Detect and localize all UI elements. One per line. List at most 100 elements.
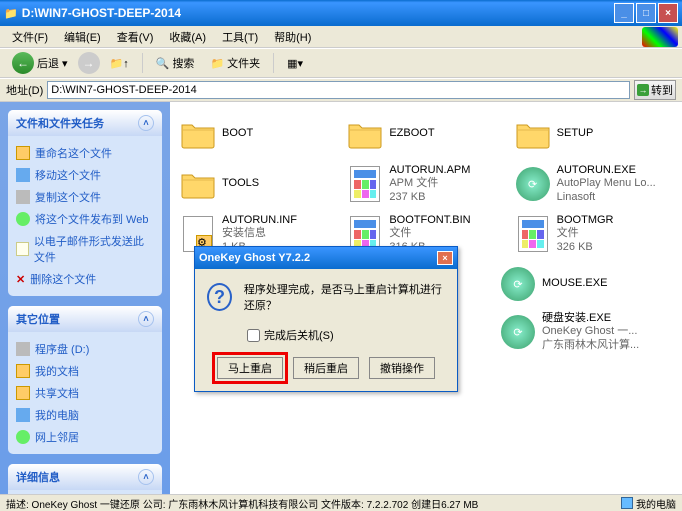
task-publish[interactable]: 将这个文件发布到 Web [16, 208, 154, 230]
details-panel: 详细信息 ˄ 硬盘安装.EXE 应用程序 修改日期: 2014年4月20日, 8… [8, 464, 162, 494]
task-email[interactable]: 以电子邮件形式发送此文件 [16, 230, 154, 268]
mail-icon [16, 242, 29, 256]
shutdown-label: 完成后关机(S) [264, 327, 334, 343]
folder-icon [16, 386, 30, 400]
file-label: SETUP [557, 127, 594, 140]
task-move[interactable]: 移动这个文件 [16, 164, 154, 186]
file-label: TOOLS [222, 177, 259, 190]
place-computer[interactable]: 我的电脑 [16, 404, 154, 426]
status-location: 我的电脑 [621, 496, 676, 511]
menu-favorites[interactable]: 收藏(A) [161, 27, 214, 47]
folders-button[interactable]: 📁 文件夹 [204, 52, 266, 74]
file-item[interactable]: ⟳ MOUSE.EXE [500, 262, 607, 306]
file-icon [347, 166, 383, 202]
window-titlebar: 📁 D:\WIN7-GHOST-DEEP-2014 _ □ × [0, 0, 682, 26]
place-drive[interactable]: 程序盘 (D:) [16, 338, 154, 360]
folder-icon [180, 166, 216, 202]
file-item[interactable]: SETUP [515, 112, 672, 156]
details-header[interactable]: 详细信息 ˄ [8, 464, 162, 490]
chevron-up-icon: ˄ [138, 115, 154, 131]
menubar: 文件(F) 编辑(E) 查看(V) 收藏(A) 工具(T) 帮助(H) [0, 26, 682, 48]
views-button[interactable]: ▦▾ [281, 54, 309, 73]
restart-now-button[interactable]: 马上重启 [217, 357, 283, 379]
file-label: AUTORUN.APMAPM 文件237 KB [389, 164, 470, 204]
app-icon: ⟳ [500, 314, 536, 350]
windows-logo-icon [642, 27, 678, 47]
menu-file[interactable]: 文件(F) [4, 27, 56, 47]
copy-icon [16, 190, 30, 204]
dropdown-icon: ▾ [62, 57, 68, 70]
tasks-panel: 文件和文件夹任务 ˄ 重命名这个文件 移动这个文件 复制这个文件 将这个文件发布… [8, 110, 162, 296]
file-item[interactable]: BOOTMGR文件326 KB [515, 212, 672, 256]
chevron-up-icon: ˄ [138, 311, 154, 327]
file-item[interactable]: TOOLS [180, 162, 337, 206]
file-icon [515, 216, 551, 252]
place-documents[interactable]: 我的文档 [16, 360, 154, 382]
question-icon: ? [207, 283, 232, 311]
dialog-titlebar[interactable]: OneKey Ghost Y7.2.2 × [195, 247, 457, 269]
file-item[interactable]: BOOT [180, 112, 337, 156]
onekey-ghost-dialog: OneKey Ghost Y7.2.2 × ? 程序处理完成，是否马上重启计算机… [194, 246, 458, 392]
search-icon: 🔍 [156, 57, 170, 70]
dialog-close-button[interactable]: × [437, 251, 453, 265]
places-panel: 其它位置 ˄ 程序盘 (D:) 我的文档 共享文档 我的电脑 网上邻居 [8, 306, 162, 454]
file-label: MOUSE.EXE [542, 277, 607, 290]
forward-button[interactable]: → [78, 52, 100, 74]
folder-icon [16, 364, 30, 378]
file-item[interactable]: ⟳AUTORUN.EXEAutoPlay Menu Lo...Linasoft [515, 162, 672, 206]
close-button[interactable]: × [658, 3, 678, 23]
folder-icon: 📁 [210, 57, 224, 70]
computer-icon [621, 497, 633, 509]
places-header[interactable]: 其它位置 ˄ [8, 306, 162, 332]
move-icon [16, 168, 30, 182]
file-label: BOOT [222, 127, 253, 140]
rename-icon [16, 146, 30, 160]
file-label: AUTORUN.EXEAutoPlay Menu Lo...Linasoft [557, 164, 656, 204]
file-item[interactable]: AUTORUN.APMAPM 文件237 KB [347, 162, 504, 206]
addressbar: 地址(D) → 转到 [0, 78, 682, 102]
statusbar: 描述: OneKey Ghost 一键还原 公司: 广东雨林木风计算机科技有限公… [0, 494, 682, 511]
app-icon: ⟳ [500, 266, 536, 302]
folder-icon: 📁 [4, 7, 18, 20]
folder-icon [347, 116, 383, 152]
address-input[interactable] [47, 81, 630, 99]
up-button[interactable]: 📁↑ [104, 54, 135, 73]
restart-later-button[interactable]: 稍后重启 [293, 357, 359, 379]
menu-tools[interactable]: 工具(T) [214, 27, 266, 47]
search-button[interactable]: 🔍 搜索 [150, 52, 201, 74]
drive-icon [16, 342, 30, 356]
minimize-button[interactable]: _ [614, 3, 634, 23]
file-label: 硬盘安装.EXEOneKey Ghost 一...广东雨林木风计算... [542, 312, 639, 352]
tasks-header[interactable]: 文件和文件夹任务 ˄ [8, 110, 162, 136]
cancel-button[interactable]: 撤销操作 [369, 357, 435, 379]
file-item[interactable]: EZBOOT [347, 112, 504, 156]
file-label: BOOTMGR文件326 KB [557, 214, 614, 254]
window-title: D:\WIN7-GHOST-DEEP-2014 [18, 6, 612, 20]
back-button[interactable]: ← 后退 ▾ [6, 49, 74, 77]
dialog-message: 程序处理完成，是否马上重启计算机进行还原？ [244, 281, 445, 313]
task-rename[interactable]: 重命名这个文件 [16, 142, 154, 164]
computer-icon [16, 408, 30, 422]
sidebar: 文件和文件夹任务 ˄ 重命名这个文件 移动这个文件 复制这个文件 将这个文件发布… [0, 102, 170, 494]
place-network[interactable]: 网上邻居 [16, 426, 154, 448]
delete-icon: ✕ [16, 273, 25, 286]
place-shared[interactable]: 共享文档 [16, 382, 154, 404]
menu-edit[interactable]: 编辑(E) [56, 27, 109, 47]
chevron-up-icon: ˄ [138, 469, 154, 485]
maximize-button[interactable]: □ [636, 3, 656, 23]
file-item[interactable]: ⟳硬盘安装.EXEOneKey Ghost 一...广东雨林木风计算... [500, 310, 639, 354]
menu-help[interactable]: 帮助(H) [266, 27, 319, 47]
menu-view[interactable]: 查看(V) [109, 27, 162, 47]
task-copy[interactable]: 复制这个文件 [16, 186, 154, 208]
network-icon [16, 430, 30, 444]
status-text: 描述: OneKey Ghost 一键还原 公司: 广东雨林木风计算机科技有限公… [6, 496, 478, 511]
shutdown-checkbox[interactable] [247, 329, 260, 342]
go-icon: → [637, 84, 649, 96]
file-label: EZBOOT [389, 127, 434, 140]
go-button[interactable]: → 转到 [634, 80, 676, 100]
dialog-title: OneKey Ghost Y7.2.2 [199, 252, 310, 264]
task-delete[interactable]: ✕删除这个文件 [16, 268, 154, 290]
app-icon: ⟳ [515, 166, 551, 202]
folder-icon [515, 116, 551, 152]
folder-icon [180, 116, 216, 152]
